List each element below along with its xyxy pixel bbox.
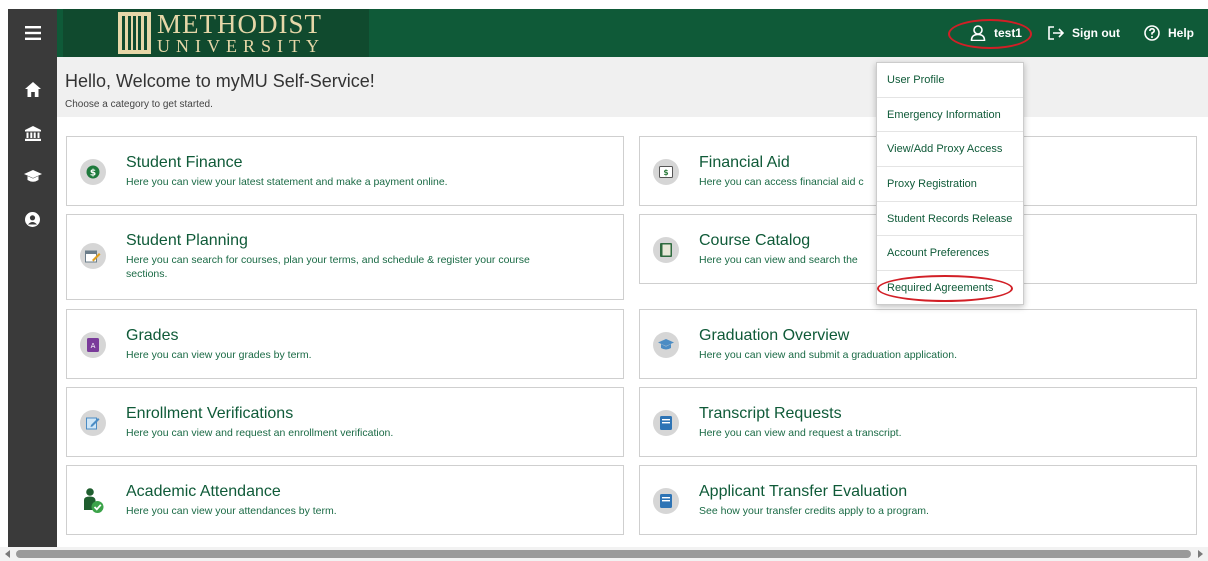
money-icon: $ xyxy=(653,159,679,185)
card-graduation-overview[interactable]: Graduation Overview Here you can view an… xyxy=(639,309,1197,379)
menu-item-user-profile[interactable]: User Profile xyxy=(877,63,1023,98)
grade-icon: A xyxy=(80,332,106,358)
card-transcript-requests[interactable]: Transcript Requests Here you can view an… xyxy=(639,387,1197,457)
graduation-cap-icon[interactable] xyxy=(8,156,57,196)
logo-wordmark: METHODIST xyxy=(157,9,322,39)
help-icon xyxy=(1144,25,1160,41)
logo-subword: UNIVERSITY xyxy=(157,36,325,56)
help-label: Help xyxy=(1167,26,1194,40)
menu-item-student-records-release[interactable]: Student Records Release xyxy=(877,202,1023,237)
sign-out-button[interactable]: Sign out xyxy=(1036,9,1132,57)
card-description: Here you can view and request a transcri… xyxy=(699,427,902,439)
highlight-oval xyxy=(947,19,1032,49)
card-title: Student Planning xyxy=(126,232,248,249)
card-description: Here you can view your grades by term. xyxy=(126,349,312,361)
card-description: Here you can access financial aid c xyxy=(699,176,864,188)
scrollbar-thumb[interactable] xyxy=(16,550,1191,558)
card-description: Here you can view your latest statement … xyxy=(126,176,448,188)
card-title: Grades xyxy=(126,327,179,344)
card-title: Graduation Overview xyxy=(699,327,850,344)
card-description: Here you can view and submit a graduatio… xyxy=(699,349,957,361)
card-enrollment-verifications[interactable]: Enrollment Verifications Here you can vi… xyxy=(66,387,624,457)
svg-text:$: $ xyxy=(90,169,96,179)
card-title: Student Finance xyxy=(126,154,243,171)
card-student-finance[interactable]: $ Student Finance Here you can view your… xyxy=(66,136,624,206)
tower-logo-icon xyxy=(118,12,151,54)
svg-text:A: A xyxy=(91,342,96,350)
home-icon[interactable] xyxy=(8,69,57,109)
menu-item-account-preferences[interactable]: Account Preferences xyxy=(877,236,1023,272)
page-subtitle: Choose a category to get started. xyxy=(65,99,213,110)
highlight-oval xyxy=(877,275,1013,303)
bank-icon[interactable] xyxy=(8,113,57,153)
sign-out-icon xyxy=(1048,26,1064,40)
edit-check-icon xyxy=(80,410,106,436)
page-title: Hello, Welcome to myMU Self-Service! xyxy=(65,71,375,91)
card-description: Here you can search for courses, plan yo… xyxy=(126,254,530,280)
menu-icon[interactable] xyxy=(8,13,57,53)
card-description: See how your transfer credits apply to a… xyxy=(699,505,929,517)
menu-item-proxy-access[interactable]: View/Add Proxy Access xyxy=(877,132,1023,168)
book-icon xyxy=(653,237,679,263)
top-actions: test1 Sign out Help xyxy=(947,9,1208,57)
menu-item-required-agreements[interactable]: Required Agreements xyxy=(877,271,1023,306)
card-description: Here you can view and search the xyxy=(699,254,858,266)
card-title: Transcript Requests xyxy=(699,405,842,422)
user-menu-button[interactable]: test1 xyxy=(947,9,1036,57)
help-button[interactable]: Help xyxy=(1132,9,1208,57)
graduation-cap-icon xyxy=(653,332,679,358)
welcome-banner: Hello, Welcome to myMU Self-Service! Cho… xyxy=(57,57,1208,117)
university-logo[interactable]: METHODIST UNIVERSITY xyxy=(63,9,369,57)
sign-out-label: Sign out xyxy=(1071,26,1120,40)
svg-text:$: $ xyxy=(663,168,668,177)
person-check-icon xyxy=(80,488,106,514)
horizontal-scrollbar[interactable] xyxy=(0,547,1208,561)
card-grades[interactable]: A Grades Here you can view your grades b… xyxy=(66,309,624,379)
scroll-left-arrow-icon[interactable] xyxy=(5,550,10,558)
user-circle-icon[interactable] xyxy=(8,199,57,239)
menu-item-proxy-registration[interactable]: Proxy Registration xyxy=(877,167,1023,202)
top-bar: METHODIST UNIVERSITY test1 Sign out Help xyxy=(57,9,1208,57)
card-title: Enrollment Verifications xyxy=(126,405,294,422)
card-title: Academic Attendance xyxy=(126,483,281,500)
scroll-right-arrow-icon[interactable] xyxy=(1198,550,1203,558)
document-icon xyxy=(653,488,679,514)
card-title: Course Catalog xyxy=(699,232,811,249)
user-dropdown-menu: User Profile Emergency Information View/… xyxy=(876,62,1024,305)
card-academic-attendance[interactable]: Academic Attendance Here you can view yo… xyxy=(66,465,624,535)
menu-item-emergency-information[interactable]: Emergency Information xyxy=(877,98,1023,133)
card-title: Financial Aid xyxy=(699,154,790,171)
card-applicant-transfer-evaluation[interactable]: Applicant Transfer Evaluation See how yo… xyxy=(639,465,1197,535)
dollar-icon: $ xyxy=(80,159,106,185)
card-title: Applicant Transfer Evaluation xyxy=(699,483,908,500)
card-description: Here you can view and request an enrollm… xyxy=(126,427,394,439)
card-student-planning[interactable]: Student Planning Here you can search for… xyxy=(66,214,624,300)
sidebar xyxy=(8,9,57,547)
document-icon xyxy=(653,410,679,436)
planner-icon xyxy=(80,243,106,269)
card-description: Here you can view your attendances by te… xyxy=(126,505,337,517)
